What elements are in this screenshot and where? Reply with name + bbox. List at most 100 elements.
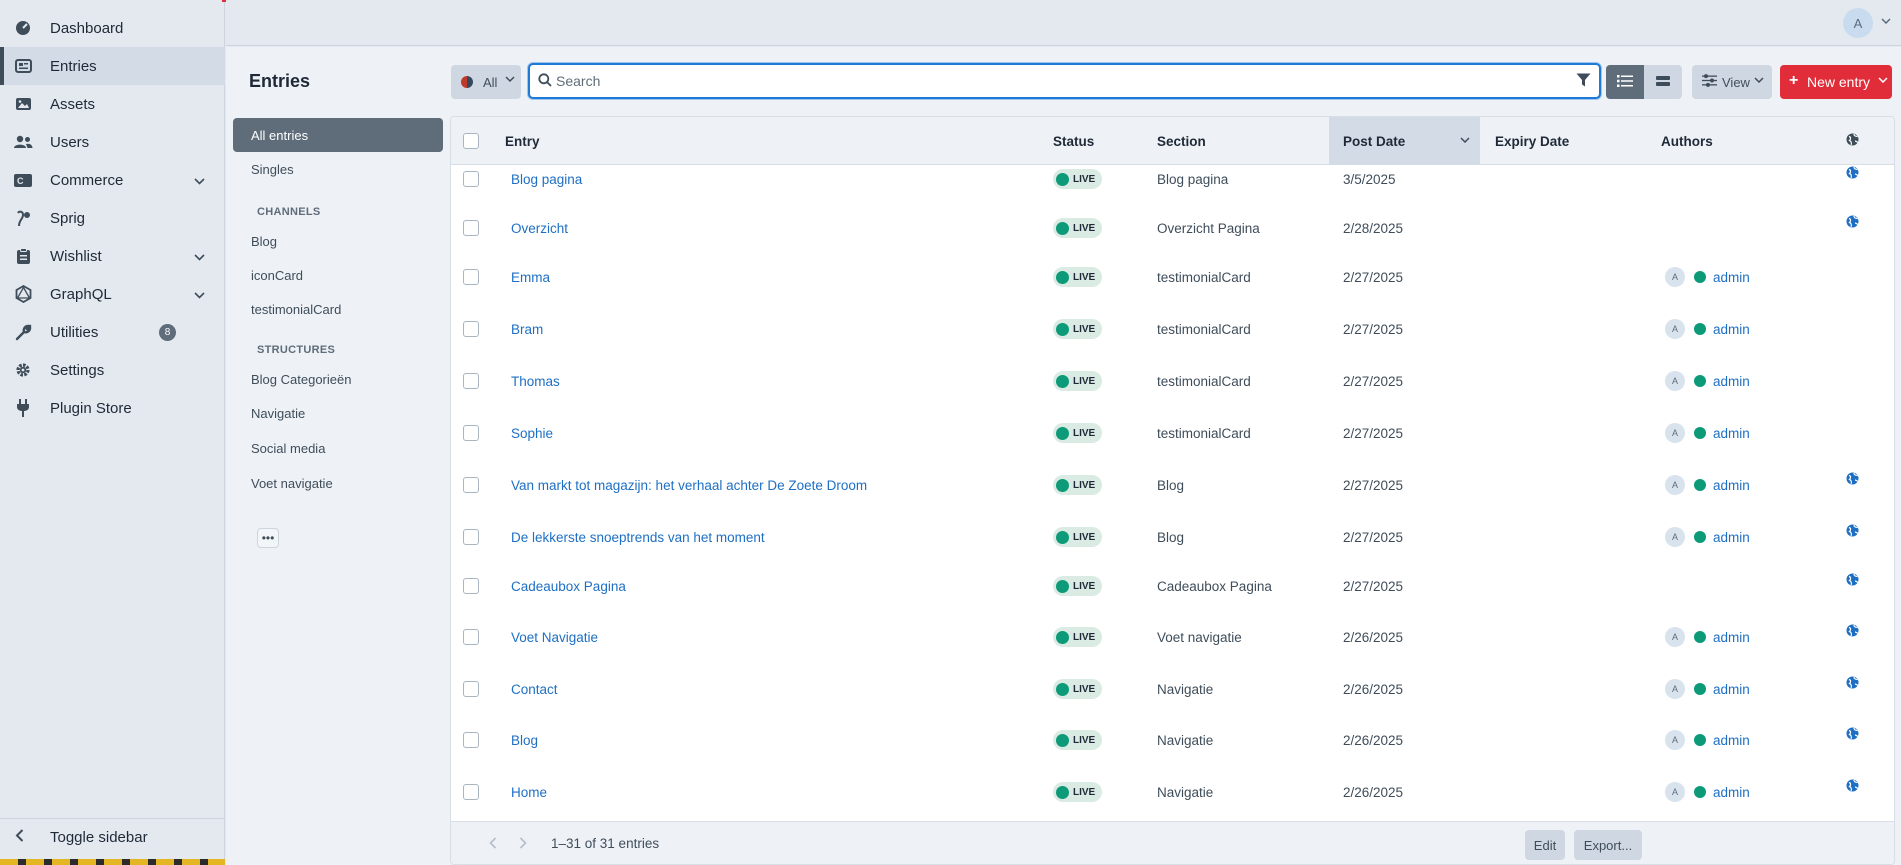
row-checkbox[interactable] <box>463 529 479 545</box>
table-row[interactable]: Bram LIVE testimonialCard 2/27/2025 Aadmin <box>451 303 1894 355</box>
toggle-sidebar-button[interactable]: Toggle sidebar <box>0 818 225 856</box>
entry-title-link[interactable]: Home <box>511 766 547 818</box>
globe-icon[interactable] <box>1846 153 1859 205</box>
author-link[interactable]: admin <box>1713 682 1750 697</box>
search-input[interactable] <box>556 68 1556 94</box>
source-navigatie[interactable]: Navigatie <box>233 396 443 430</box>
row-checkbox[interactable] <box>463 373 479 389</box>
globe-icon[interactable] <box>1846 611 1859 663</box>
author-link[interactable]: admin <box>1713 426 1750 441</box>
nav-item-dashboard[interactable]: Dashboard <box>0 9 225 47</box>
globe-icon[interactable] <box>1846 511 1859 563</box>
edit-button[interactable]: Edit <box>1525 830 1565 860</box>
entry-title-link[interactable]: Thomas <box>511 355 560 407</box>
table-row[interactable]: Van markt tot magazijn: het verhaal acht… <box>451 459 1894 511</box>
globe-icon[interactable] <box>1846 663 1859 715</box>
nav-item-utilities[interactable]: Utilities 8 <box>0 313 225 351</box>
entry-title-link[interactable]: Overzicht <box>511 202 568 254</box>
status-dot <box>1056 630 1069 644</box>
next-page-button[interactable] <box>519 836 527 852</box>
source-blog-categorieen[interactable]: Blog Categorieën <box>233 362 443 396</box>
entry-title-link[interactable]: Bram <box>511 303 543 355</box>
status-dot <box>1056 785 1069 799</box>
author-link[interactable]: admin <box>1713 478 1750 493</box>
entry-title-link[interactable]: Sophie <box>511 407 553 459</box>
table-row[interactable]: Cadeaubox Pagina LIVE Cadeaubox Pagina 2/27… <box>451 560 1894 612</box>
entry-title-link[interactable]: Cadeaubox Pagina <box>511 560 626 612</box>
author-link[interactable]: admin <box>1713 785 1750 800</box>
table-row[interactable]: Home LIVE Navigatie 2/26/2025 Aadmin <box>451 766 1894 818</box>
globe-icon[interactable] <box>1846 714 1859 766</box>
author-link[interactable]: admin <box>1713 530 1750 545</box>
author-link[interactable]: admin <box>1713 733 1750 748</box>
author-link[interactable]: admin <box>1713 374 1750 389</box>
prev-page-button[interactable] <box>489 836 497 852</box>
chevron-down-icon[interactable] <box>1878 75 1888 86</box>
source-iconcard[interactable]: iconCard <box>233 258 443 292</box>
row-checkbox[interactable] <box>463 784 479 800</box>
row-checkbox[interactable] <box>463 629 479 645</box>
site-selector-button[interactable]: All <box>451 65 521 99</box>
nav-item-graphql[interactable]: GraphQL <box>0 275 225 313</box>
table-row[interactable]: Voet Navigatie LIVE Voet navigatie 2/26/202… <box>451 611 1894 663</box>
status-cell: LIVE <box>1053 663 1103 715</box>
entry-title-link[interactable]: Blog pagina <box>511 153 582 205</box>
entry-title-link[interactable]: Van markt tot magazijn: het verhaal acht… <box>511 459 867 511</box>
gear-icon <box>13 360 33 380</box>
row-checkbox[interactable] <box>463 220 479 236</box>
table-row[interactable]: Overzicht LIVE Overzicht Pagina 2/28/2025 <box>451 202 1894 254</box>
row-checkbox[interactable] <box>463 269 479 285</box>
row-checkbox[interactable] <box>463 732 479 748</box>
source-social-media[interactable]: Social media <box>233 431 443 465</box>
nav-item-plugin-store[interactable]: Plugin Store <box>0 389 225 427</box>
entry-title-link[interactable]: Contact <box>511 663 558 715</box>
table-row[interactable]: Blog LIVE Navigatie 2/26/2025 Aadmin <box>451 714 1894 766</box>
view-menu-button[interactable]: View <box>1692 65 1772 99</box>
select-all-checkbox[interactable] <box>463 133 479 149</box>
row-checkbox[interactable] <box>463 681 479 697</box>
nav-item-sprig[interactable]: Sprig <box>0 199 225 237</box>
globe-icon[interactable] <box>1846 560 1859 612</box>
table-row[interactable]: Emma LIVE testimonialCard 2/27/2025 Aadmin <box>451 251 1894 303</box>
globe-icon[interactable] <box>1846 202 1859 254</box>
table-row[interactable]: De lekkerste snoeptrends van het moment L… <box>451 511 1894 563</box>
entry-title-link[interactable]: Voet Navigatie <box>511 611 598 663</box>
author-link[interactable]: admin <box>1713 270 1750 285</box>
nav-item-commerce[interactable]: C Commerce <box>0 161 225 199</box>
table-row[interactable]: Thomas LIVE testimonialCard 2/27/2025 Aadmin <box>451 355 1894 407</box>
source-testimonialcard[interactable]: testimonialCard <box>233 292 443 326</box>
globe-icon[interactable] <box>1846 766 1859 818</box>
row-checkbox[interactable] <box>463 425 479 441</box>
nav-item-assets[interactable]: Assets <box>0 85 225 123</box>
table-view-button[interactable] <box>1606 65 1644 99</box>
nav-item-wishlist[interactable]: Wishlist <box>0 237 225 275</box>
new-entry-button[interactable]: + New entry <box>1780 65 1892 99</box>
nav-item-settings[interactable]: Settings <box>0 351 225 389</box>
more-sources-button[interactable]: ••• <box>257 528 279 548</box>
table-row[interactable]: Sophie LIVE testimonialCard 2/27/2025 Aadmin <box>451 407 1894 459</box>
filter-icon[interactable] <box>1576 73 1591 90</box>
entry-title-link[interactable]: De lekkerste snoeptrends van het moment <box>511 511 765 563</box>
source-singles[interactable]: Singles <box>233 152 443 186</box>
row-checkbox[interactable] <box>463 477 479 493</box>
chevron-down-icon[interactable] <box>1881 16 1891 27</box>
structure-view-button[interactable] <box>1644 65 1682 99</box>
export-button[interactable]: Export... <box>1574 830 1642 860</box>
nav-item-users[interactable]: Users <box>0 123 225 161</box>
source-blog[interactable]: Blog <box>233 224 443 258</box>
nav-label: Commerce <box>50 171 124 189</box>
entry-title-link[interactable]: Blog <box>511 714 538 766</box>
table-row[interactable]: Contact LIVE Navigatie 2/26/2025 Aadmin <box>451 663 1894 715</box>
row-checkbox[interactable] <box>463 171 479 187</box>
source-all-entries[interactable]: All entries <box>233 118 443 152</box>
user-avatar[interactable]: A <box>1843 8 1873 38</box>
entry-title-link[interactable]: Emma <box>511 251 550 303</box>
row-checkbox[interactable] <box>463 321 479 337</box>
row-checkbox[interactable] <box>463 578 479 594</box>
globe-icon[interactable] <box>1846 459 1859 511</box>
nav-item-entries[interactable]: Entries <box>0 47 225 85</box>
author-link[interactable]: admin <box>1713 630 1750 645</box>
author-link[interactable]: admin <box>1713 322 1750 337</box>
table-row[interactable]: Blog pagina LIVE Blog pagina 3/5/2025 <box>451 153 1894 205</box>
source-voet-navigatie[interactable]: Voet navigatie <box>233 466 443 500</box>
